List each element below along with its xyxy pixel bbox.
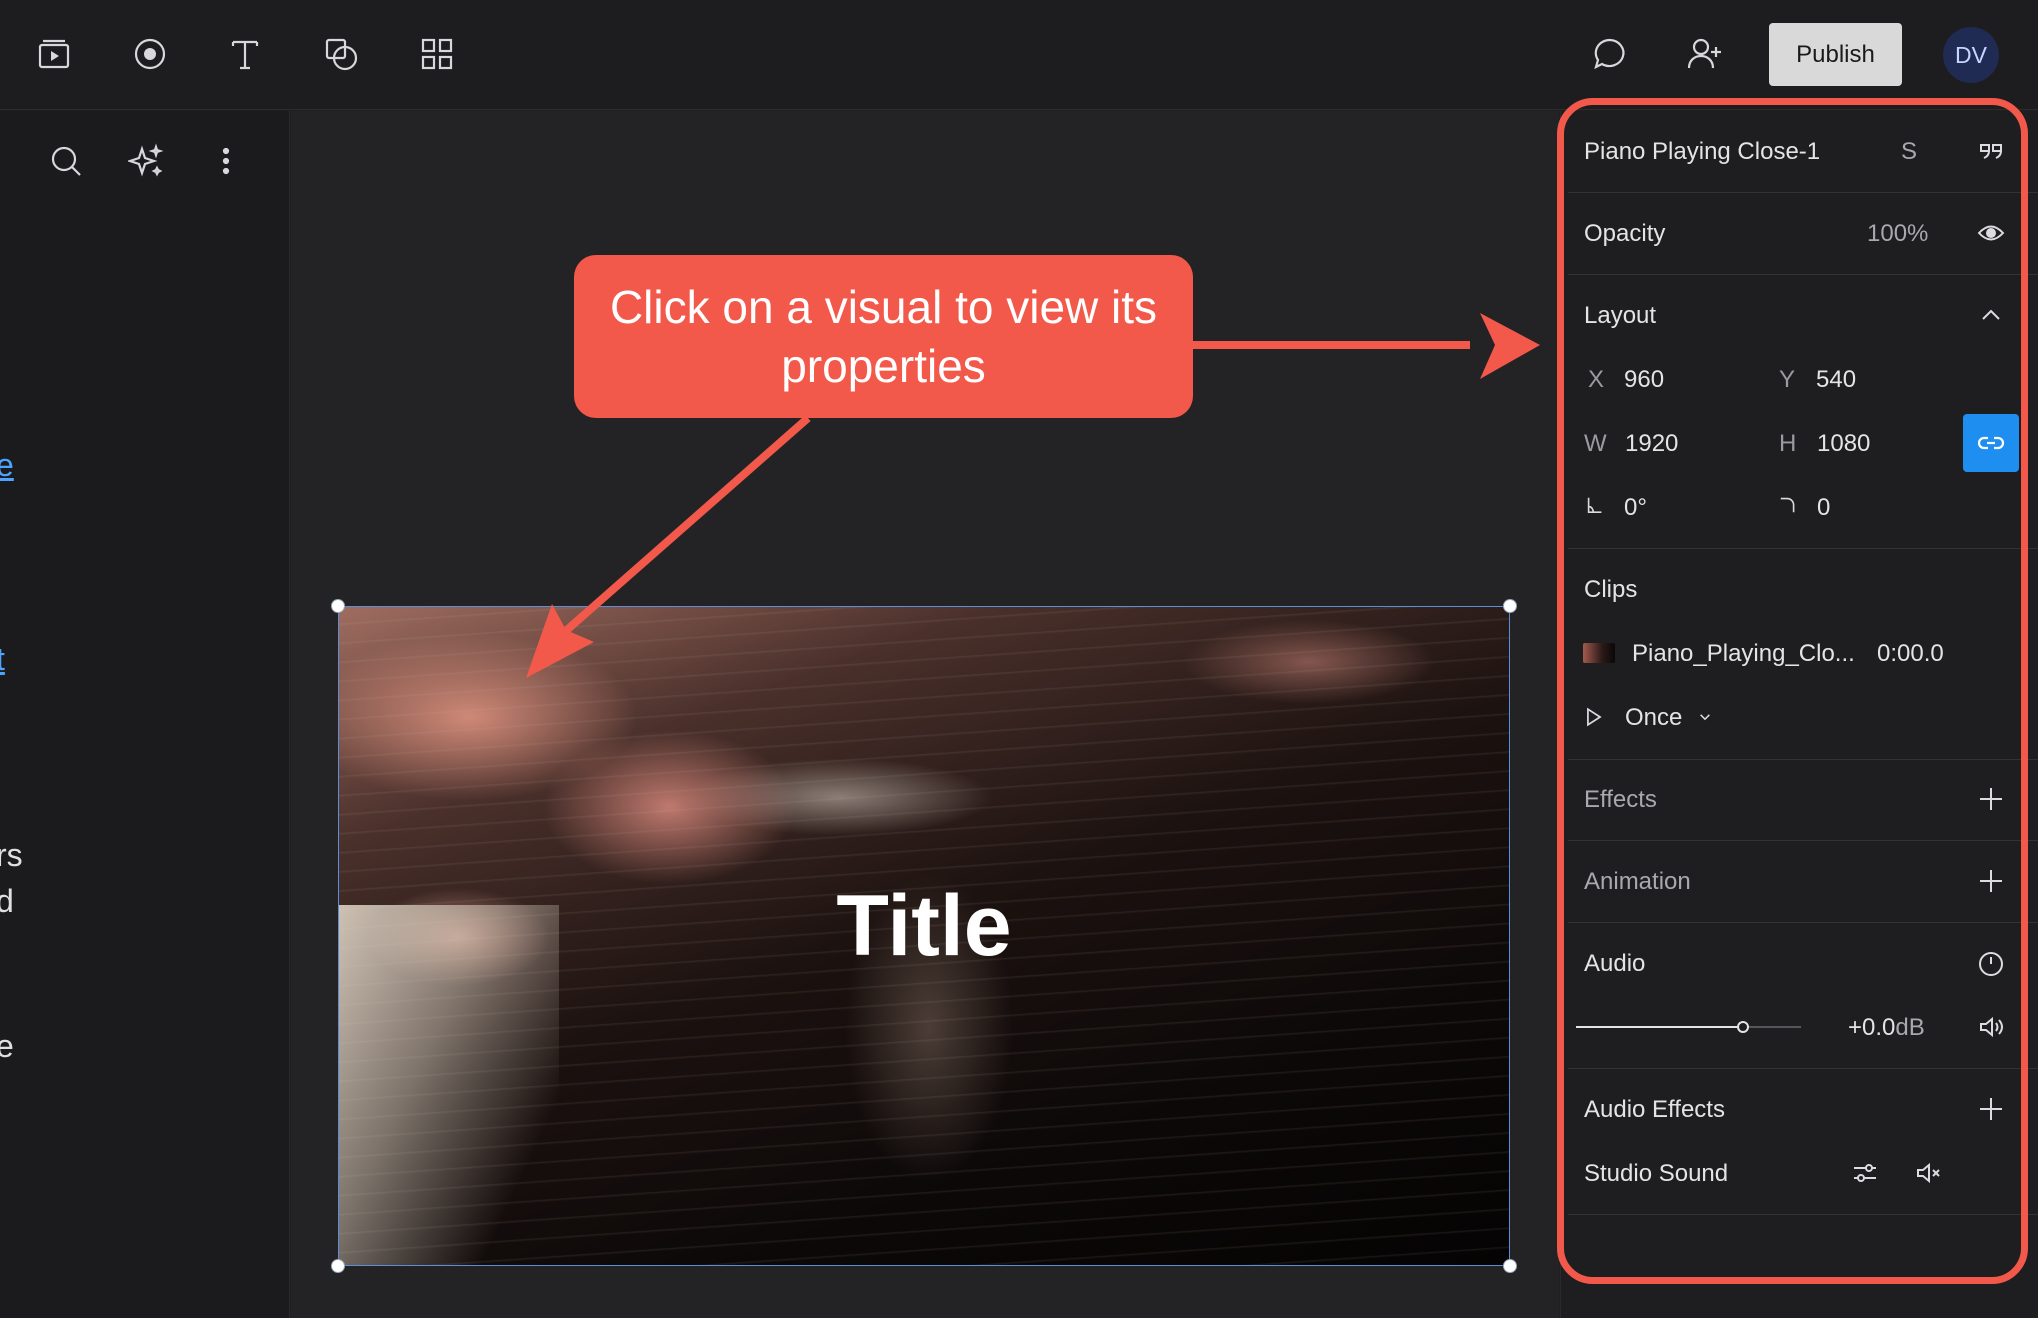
text-icon[interactable] bbox=[223, 32, 267, 76]
left-panel-text-fragment: d bbox=[0, 883, 14, 919]
clip-name[interactable]: Piano Playing Close-1 bbox=[1584, 138, 1820, 166]
resize-handle-top-left[interactable] bbox=[331, 599, 345, 613]
left-panel: e t rs d e bbox=[0, 111, 290, 1318]
clips-label: Clips bbox=[1584, 576, 1638, 603]
divider bbox=[1568, 840, 2038, 841]
resize-handle-bottom-left[interactable] bbox=[331, 1259, 345, 1273]
title-text-layer[interactable]: Title bbox=[339, 877, 1509, 976]
record-icon[interactable] bbox=[128, 32, 172, 76]
app-window: { "toolbar": { "icons": ["media-icon", "… bbox=[0, 0, 2038, 1318]
audio-label: Audio bbox=[1584, 950, 1646, 977]
opacity-label: Opacity bbox=[1584, 220, 1666, 247]
left-panel-text-fragment: rs bbox=[0, 837, 23, 873]
chevron-down-icon[interactable] bbox=[1694, 706, 1716, 728]
audio-gain-unit: dB bbox=[1895, 1014, 1925, 1041]
x-label: X bbox=[1588, 366, 1605, 393]
add-animation-icon[interactable] bbox=[1974, 864, 2008, 898]
y-input[interactable]: 540 bbox=[1816, 366, 1856, 394]
timer-icon[interactable] bbox=[1974, 946, 2008, 980]
media-icon[interactable] bbox=[32, 32, 76, 76]
rotation-input[interactable]: 0° bbox=[1624, 494, 1647, 522]
rotation-icon bbox=[1582, 490, 1608, 520]
tooltip-callout: Click on a visual to view its properties bbox=[574, 255, 1193, 418]
divider bbox=[1568, 1214, 2038, 1215]
search-icon[interactable] bbox=[44, 139, 88, 183]
eye-icon[interactable] bbox=[1974, 216, 2008, 250]
clip-thumbnail bbox=[1583, 643, 1615, 663]
resize-handle-top-right[interactable] bbox=[1503, 599, 1517, 613]
avatar[interactable]: DV bbox=[1943, 27, 1999, 83]
divider bbox=[1568, 1068, 2038, 1069]
opacity-value[interactable]: 100% bbox=[1867, 220, 1928, 248]
publish-button[interactable]: Publish bbox=[1769, 23, 1902, 86]
divider bbox=[1568, 922, 2038, 923]
add-audio-effect-icon[interactable] bbox=[1974, 1092, 2008, 1126]
divider bbox=[1568, 274, 2038, 275]
x-input[interactable]: 960 bbox=[1624, 366, 1664, 394]
audio-volume-knob[interactable] bbox=[1736, 1021, 1749, 1033]
sparkle-icon[interactable] bbox=[124, 139, 168, 183]
link-icon bbox=[1977, 436, 2005, 450]
h-label: H bbox=[1779, 430, 1797, 457]
audio-volume-fill bbox=[1576, 1026, 1743, 1028]
shapes-icon[interactable] bbox=[319, 32, 363, 76]
quote-icon[interactable] bbox=[1974, 134, 2008, 168]
studio-sound-label: Studio Sound bbox=[1584, 1160, 1729, 1187]
divider bbox=[1568, 192, 2038, 193]
top-toolbar: Publish DV bbox=[0, 0, 2038, 110]
divider bbox=[1568, 548, 2038, 549]
audio-effects-label: Audio Effects bbox=[1584, 1096, 1725, 1123]
corner-radius-icon bbox=[1775, 490, 1801, 520]
audio-volume-slider[interactable] bbox=[1576, 1021, 1801, 1033]
grid-icon[interactable] bbox=[415, 32, 459, 76]
clip-start-time[interactable]: 0:00.0 bbox=[1877, 640, 1944, 668]
loop-mode-select[interactable]: Once bbox=[1625, 704, 1682, 732]
w-label: W bbox=[1584, 430, 1607, 457]
effects-label: Effects bbox=[1584, 786, 1657, 813]
more-icon[interactable] bbox=[204, 139, 248, 183]
clip-file-name[interactable]: Piano_Playing_Clo... bbox=[1632, 640, 1855, 668]
y-label: Y bbox=[1779, 366, 1796, 393]
add-user-icon[interactable] bbox=[1683, 32, 1727, 76]
layout-label: Layout bbox=[1584, 302, 1657, 329]
shortcut-label: S bbox=[1901, 138, 1918, 165]
left-panel-link-fragment[interactable]: e bbox=[0, 447, 14, 484]
divider bbox=[1568, 759, 2038, 760]
width-input[interactable]: 1920 bbox=[1625, 430, 1678, 458]
comment-icon[interactable] bbox=[1588, 32, 1632, 76]
animation-label: Animation bbox=[1584, 868, 1691, 895]
adjust-icon[interactable] bbox=[1848, 1156, 1882, 1190]
link-dimensions-button[interactable] bbox=[1963, 414, 2019, 472]
resize-handle-bottom-right[interactable] bbox=[1503, 1259, 1517, 1273]
audio-gain-value[interactable]: +0.0dB bbox=[1848, 1014, 1925, 1042]
video-clip-frame[interactable]: Title bbox=[338, 606, 1510, 1266]
play-icon[interactable] bbox=[1579, 700, 1609, 734]
speaker-icon[interactable] bbox=[1974, 1010, 2008, 1044]
mute-icon[interactable] bbox=[1912, 1156, 1946, 1190]
left-panel-link-fragment[interactable]: t bbox=[0, 641, 5, 678]
corner-radius-input[interactable]: 0 bbox=[1817, 494, 1830, 522]
left-panel-text-fragment: e bbox=[0, 1028, 14, 1064]
chevron-up-icon[interactable] bbox=[1974, 298, 2008, 332]
audio-gain-number: +0.0 bbox=[1848, 1014, 1896, 1041]
add-effect-icon[interactable] bbox=[1974, 782, 2008, 816]
height-input[interactable]: 1080 bbox=[1817, 430, 1870, 458]
